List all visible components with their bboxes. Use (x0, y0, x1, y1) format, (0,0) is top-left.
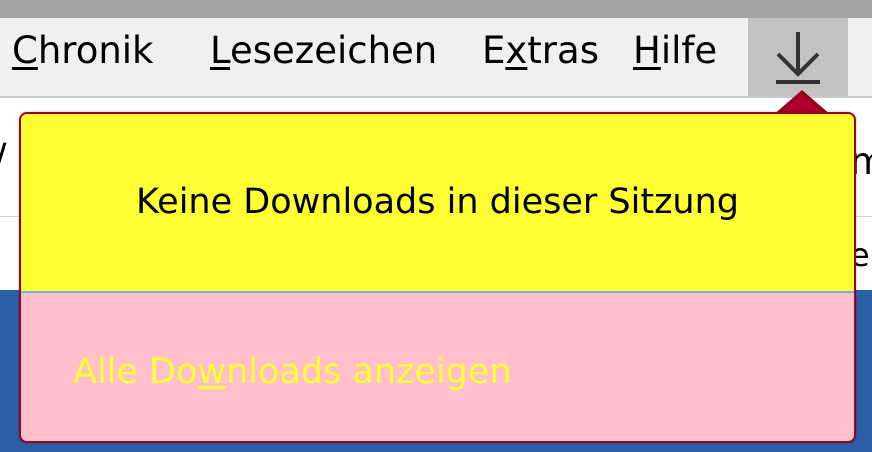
menubar-spacer (848, 18, 872, 96)
download-arrow-icon (776, 32, 820, 84)
show-all-rest: nloads anzeigen (226, 352, 512, 392)
menu-lesezeichen-rest: esezeichen (229, 29, 438, 72)
menu-chronik-rest: hronik (37, 29, 154, 72)
menu-chronik[interactable]: Chronik (12, 28, 154, 74)
menu-chronik-accel: C (12, 29, 38, 72)
menu-extras-pre: E (482, 29, 506, 72)
downloads-panel: Keine Downloads in dieser Sitzung Alle D… (19, 112, 856, 443)
show-all-pre: Alle Do (73, 352, 198, 392)
menu-hilfe-rest: ilfe (660, 29, 718, 72)
menu-extras-accel: x (505, 29, 528, 72)
menu-lesezeichen-accel: L (210, 29, 230, 72)
downloads-button[interactable] (748, 18, 848, 96)
show-all-downloads-link[interactable]: Alle Downloads anzeigen (73, 352, 512, 392)
downloads-list-area: Keine Downloads in dieser Sitzung (21, 114, 854, 293)
menu-extras[interactable]: Extras (482, 28, 599, 74)
show-all-accel: w (197, 352, 227, 392)
menu-hilfe[interactable]: Hilfe (633, 28, 717, 74)
empty-downloads-message: Keine Downloads in dieser Sitzung (135, 182, 740, 222)
menu-extras-rest: tras (527, 29, 599, 72)
menu-bar: Chronik Lesezeichen Extras Hilfe (0, 18, 872, 98)
menu-lesezeichen[interactable]: Lesezeichen (210, 28, 437, 74)
menu-hilfe-accel: H (633, 29, 661, 72)
window-title-strip (0, 0, 872, 18)
background-text-fragment: / (0, 136, 6, 179)
